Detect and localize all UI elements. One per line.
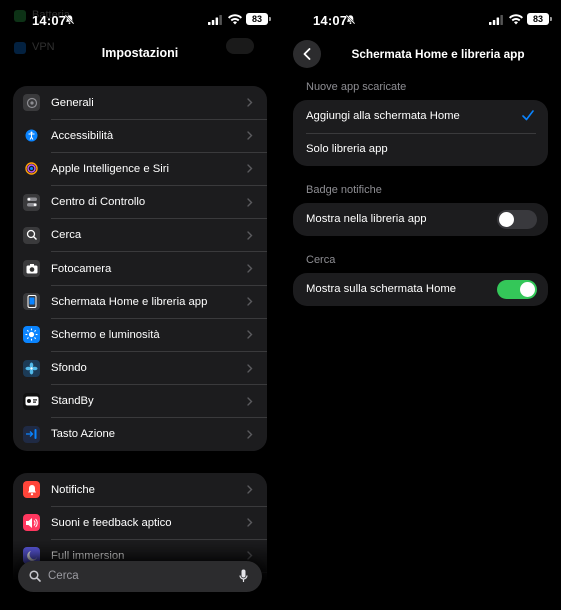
settings-group-general: Generali Accessibilità Apple Intelligence … xyxy=(13,86,267,451)
chevron-right-icon xyxy=(247,396,253,406)
settings-item-home-screen[interactable]: Schermata Home e libreria app xyxy=(13,285,267,319)
settings-item-gear[interactable]: Generali xyxy=(13,86,267,120)
show-on-home-toggle[interactable] xyxy=(497,280,537,299)
status-time: 14:07 xyxy=(32,13,67,28)
chevron-right-icon xyxy=(247,131,253,140)
wifi-icon xyxy=(509,14,523,25)
camera-icon xyxy=(23,259,40,277)
settings-item-brightness[interactable]: Schermo e luminosità xyxy=(13,318,267,352)
settings-item-label: Fotocamera xyxy=(51,262,112,275)
status-time: 14:07 xyxy=(313,13,348,28)
action-button-icon xyxy=(23,425,40,443)
settings-item-label: Accessibilità xyxy=(51,129,114,142)
settings-item-camera[interactable]: Fotocamera xyxy=(13,252,267,286)
option-label: Aggiungi alla schermata Home xyxy=(306,110,460,122)
speaker-icon xyxy=(23,514,40,532)
toggle-knob xyxy=(520,282,535,297)
back-button[interactable] xyxy=(293,40,321,68)
toggle-knob xyxy=(499,212,514,227)
settings-item-bell[interactable]: Notifiche xyxy=(13,473,267,507)
microphone-icon[interactable] xyxy=(239,569,248,583)
chevron-right-icon xyxy=(247,363,253,373)
settings-item-standby[interactable]: StandBy xyxy=(13,385,267,418)
page-title: Schermata Home e libreria app xyxy=(351,47,525,61)
settings-item-control-center[interactable]: Centro di Controllo xyxy=(13,186,267,219)
settings-screen: Batteria VPN 14:07 83 Impostazioni Gener… xyxy=(0,0,280,610)
option-app-library-only[interactable]: Solo libreria app xyxy=(293,133,548,166)
settings-item-label: StandBy xyxy=(51,395,94,408)
section-header-search: Cerca xyxy=(306,254,336,266)
show-on-home-row: Mostra sulla schermata Home xyxy=(293,273,548,306)
chevron-right-icon xyxy=(247,485,253,494)
chevron-right-icon xyxy=(247,330,253,340)
settings-item-speaker[interactable]: Suoni e feedback aptico xyxy=(13,506,267,540)
search-group: Mostra sulla schermata Home xyxy=(293,273,548,306)
battery-indicator: 83 xyxy=(246,13,271,25)
gear-icon xyxy=(23,94,40,111)
settings-item-label: Suoni e feedback aptico xyxy=(51,516,172,529)
battery-indicator: 83 xyxy=(527,13,552,25)
signal-icon xyxy=(208,15,222,25)
settings-item-label: Schermo e luminosità xyxy=(51,328,160,341)
settings-item-label: Notifiche xyxy=(51,483,95,496)
search-icon xyxy=(29,570,41,582)
chevron-right-icon xyxy=(247,264,253,273)
search-bar[interactable]: Cerca xyxy=(18,561,262,592)
silent-bell-icon xyxy=(64,14,75,25)
home-screen-settings: 14:07 83 Schermata Home e libreria app N… xyxy=(281,0,561,610)
settings-item-accessibility[interactable]: Accessibilità xyxy=(13,119,267,153)
settings-item-action-button[interactable]: Tasto Azione xyxy=(13,418,267,451)
control-center-icon xyxy=(23,193,40,211)
search-icon xyxy=(23,226,40,244)
section-header-badges: Badge notifiche xyxy=(306,184,382,196)
show-in-library-row: Mostra nella libreria app xyxy=(293,203,548,236)
settings-item-label: Schermata Home e libreria app xyxy=(51,295,208,308)
settings-item-label: Centro di Controllo xyxy=(51,196,146,209)
new-apps-group: Aggiungi alla schermata Home Solo librer… xyxy=(293,100,548,166)
chevron-left-icon xyxy=(303,48,311,60)
settings-item-label: Apple Intelligence e Siri xyxy=(51,162,170,175)
chevron-right-icon xyxy=(247,231,253,240)
home-screen-icon xyxy=(23,293,40,311)
wifi-icon xyxy=(228,14,242,25)
status-bar: 14:07 83 xyxy=(0,0,280,36)
checkmark-icon xyxy=(522,110,534,121)
chevron-right-icon xyxy=(247,430,253,439)
silent-bell-icon xyxy=(345,14,356,25)
row-label: Mostra nella libreria app xyxy=(306,213,427,225)
chevron-right-icon xyxy=(247,197,253,207)
status-bar-right: 14:07 83 xyxy=(281,0,561,36)
chevron-right-icon xyxy=(247,98,253,107)
settings-item-label: Cerca xyxy=(51,229,82,242)
row-label: Mostra sulla schermata Home xyxy=(306,283,457,295)
chevron-right-icon xyxy=(247,164,253,174)
settings-item-label: Tasto Azione xyxy=(51,428,116,441)
option-label: Solo libreria app xyxy=(306,143,388,155)
signal-icon xyxy=(489,15,503,25)
settings-item-label: Sfondo xyxy=(51,362,87,375)
wallpaper-icon xyxy=(23,359,40,377)
option-add-to-home[interactable]: Aggiungi alla schermata Home xyxy=(293,100,548,133)
show-in-library-toggle[interactable] xyxy=(497,210,537,229)
standby-icon xyxy=(23,392,40,410)
siri-icon xyxy=(23,160,40,177)
page-title: Impostazioni xyxy=(101,46,179,60)
bell-icon xyxy=(23,481,40,498)
badges-group: Mostra nella libreria app xyxy=(293,203,548,236)
brightness-icon xyxy=(23,326,40,344)
search-placeholder: Cerca xyxy=(48,570,79,582)
accessibility-icon xyxy=(23,127,40,144)
settings-item-siri[interactable]: Apple Intelligence e Siri xyxy=(13,152,267,186)
section-header-new-apps: Nuove app scaricate xyxy=(306,81,407,93)
settings-item-search[interactable]: Cerca xyxy=(13,219,267,252)
settings-item-label: Generali xyxy=(51,96,94,109)
settings-item-wallpaper[interactable]: Sfondo xyxy=(13,352,267,385)
chevron-right-icon xyxy=(247,518,253,527)
chevron-right-icon xyxy=(247,297,253,306)
